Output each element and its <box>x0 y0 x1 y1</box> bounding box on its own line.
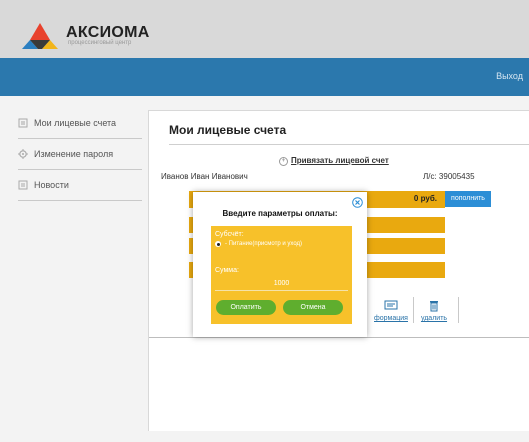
title-divider <box>169 144 529 145</box>
toolbar-divider <box>458 297 459 323</box>
payment-modal: Введите параметры оплаты: Субсчёт: - Пит… <box>193 192 367 337</box>
pay-button[interactable]: Оплатить <box>216 300 276 315</box>
toolbar-divider <box>413 297 414 323</box>
sidebar-item-label: Мои лицевые счета <box>34 118 117 128</box>
gear-icon <box>18 149 28 159</box>
plus-circle-icon: + <box>279 157 288 166</box>
bind-account-link[interactable]: + Привязать лицевой счет <box>279 156 389 166</box>
topup-button[interactable]: пополнить <box>445 191 491 207</box>
sidebar-item-news[interactable]: Новости <box>18 170 142 201</box>
balance-amount: 0 руб. <box>413 194 437 203</box>
sum-input[interactable]: 1000 <box>215 277 348 291</box>
sidebar-item-password[interactable]: Изменение пароля <box>18 139 142 170</box>
info-button[interactable]: формация <box>371 300 411 322</box>
page-title: Мои лицевые счета <box>169 123 287 137</box>
news-icon <box>18 180 28 190</box>
sidebar-item-label: Изменение пароля <box>34 149 114 159</box>
sidebar-item-label: Новости <box>34 180 69 190</box>
payment-form: Субсчёт: - Питание(присмотр и уход) Сумм… <box>211 226 352 324</box>
content-divider <box>149 337 529 338</box>
subaccount-label: Субсчёт: <box>215 231 244 238</box>
bind-account-label: Привязать лицевой счет <box>291 156 389 165</box>
close-icon[interactable] <box>352 197 363 208</box>
account-holder-name: Иванов Иван Иванович <box>161 172 248 181</box>
sidebar-item-accounts[interactable]: Мои лицевые счета <box>18 108 142 139</box>
wallet-icon <box>18 118 28 128</box>
logout-link[interactable]: Выход <box>496 71 523 81</box>
subaccount-option-label: - Питание(присмотр и уход) <box>225 241 303 247</box>
trash-icon <box>430 301 438 312</box>
delete-label: удалить <box>420 315 448 322</box>
modal-title: Введите параметры оплаты: <box>222 209 338 218</box>
delete-button[interactable]: удалить <box>417 300 451 322</box>
brand-tagline: процессинговый центр <box>68 40 132 46</box>
document-icon <box>384 300 398 310</box>
sidebar: Мои лицевые счета Изменение пароля Новос… <box>18 108 142 201</box>
aksioma-logo <box>22 23 58 49</box>
cancel-button[interactable]: Отмена <box>283 300 343 315</box>
top-nav-bar <box>0 58 529 96</box>
sum-label: Сумма: <box>215 267 239 274</box>
account-number: Л/с: 39005435 <box>423 172 475 181</box>
radio-selected-icon <box>215 241 221 247</box>
subaccount-radio-option[interactable]: - Питание(присмотр и уход) <box>215 241 302 247</box>
info-label: формация <box>374 315 408 322</box>
app-header: АКСИОМА процессинговый центр <box>0 0 529 58</box>
